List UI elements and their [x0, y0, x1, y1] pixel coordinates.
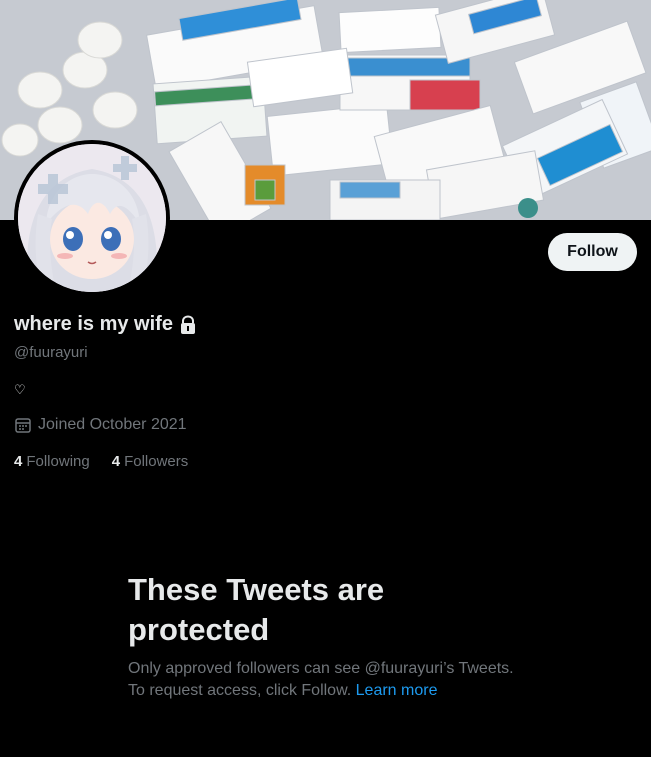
follow-button[interactable]: Follow: [548, 233, 637, 271]
protected-title: These Tweets are protected: [128, 572, 385, 647]
following-count: 4: [14, 453, 23, 470]
followers-label: Followers: [124, 453, 189, 470]
protected-description: Only approved followers can see @fuurayu…: [128, 658, 528, 702]
joined-date: Joined October 2021: [38, 416, 187, 433]
learn-more-link[interactable]: Learn more: [356, 682, 438, 699]
handle: @fuurayuri: [14, 344, 88, 361]
avatar-image: [18, 144, 166, 292]
following-link[interactable]: 4 Following: [14, 453, 90, 470]
display-name: where is my wife: [14, 313, 173, 335]
followers-count: 4: [111, 453, 121, 470]
stats-row: 4 Following 4 Followers: [14, 453, 188, 470]
joined-row: Joined October 2021: [14, 416, 187, 434]
display-name-row: where is my wife: [14, 313, 197, 336]
protected-description-text: Only approved followers can see @fuurayu…: [128, 660, 514, 699]
followers-link[interactable]: 4 Followers: [112, 453, 189, 470]
calendar-icon: [14, 416, 32, 434]
avatar[interactable]: [14, 140, 170, 296]
bio: ♡: [14, 382, 26, 397]
following-label: Following: [26, 453, 90, 470]
lock-icon: [179, 314, 197, 335]
